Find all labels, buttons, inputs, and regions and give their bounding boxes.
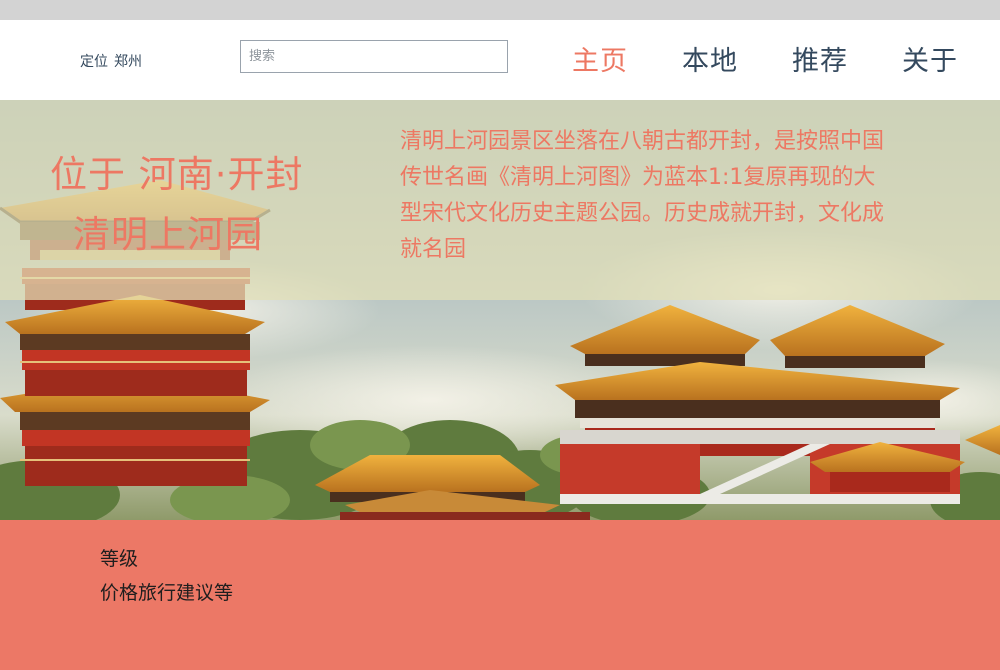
location-indicator[interactable]: 定位 郑州 bbox=[80, 51, 142, 71]
search-input[interactable] bbox=[240, 40, 508, 73]
nav-local[interactable]: 本地 bbox=[682, 39, 738, 78]
navbar: 定位郑州 主页 本地 推荐 关于 bbox=[0, 20, 1000, 100]
hero-description: 清明上河园景区坐落在八朝古都开封，是按照中国传世名画《清明上河图》为蓝本1:1复… bbox=[400, 129, 885, 262]
nav-home[interactable]: 主页 bbox=[572, 39, 628, 78]
hero-banner: 位于 河南·开封 清明上河园 清明上河园景区坐落在八朝古都开封，是按照中国传世名… bbox=[0, 100, 1000, 520]
info-footer: 等级 价格旅行建议等 bbox=[0, 520, 1000, 670]
hero-subtitle: 清明上河园 bbox=[73, 213, 263, 256]
window-top-strip bbox=[0, 0, 1000, 20]
location-label: 定位 bbox=[80, 54, 108, 70]
nav-about[interactable]: 关于 bbox=[902, 39, 958, 78]
hero-title: 位于 河南·开封 bbox=[50, 153, 304, 196]
nav-recommend[interactable]: 推荐 bbox=[792, 39, 848, 78]
footer-price-label: 价格旅行建议等 bbox=[100, 582, 234, 604]
footer-grade-label: 等级 bbox=[100, 548, 139, 570]
location-city: 郑州 bbox=[114, 54, 142, 70]
